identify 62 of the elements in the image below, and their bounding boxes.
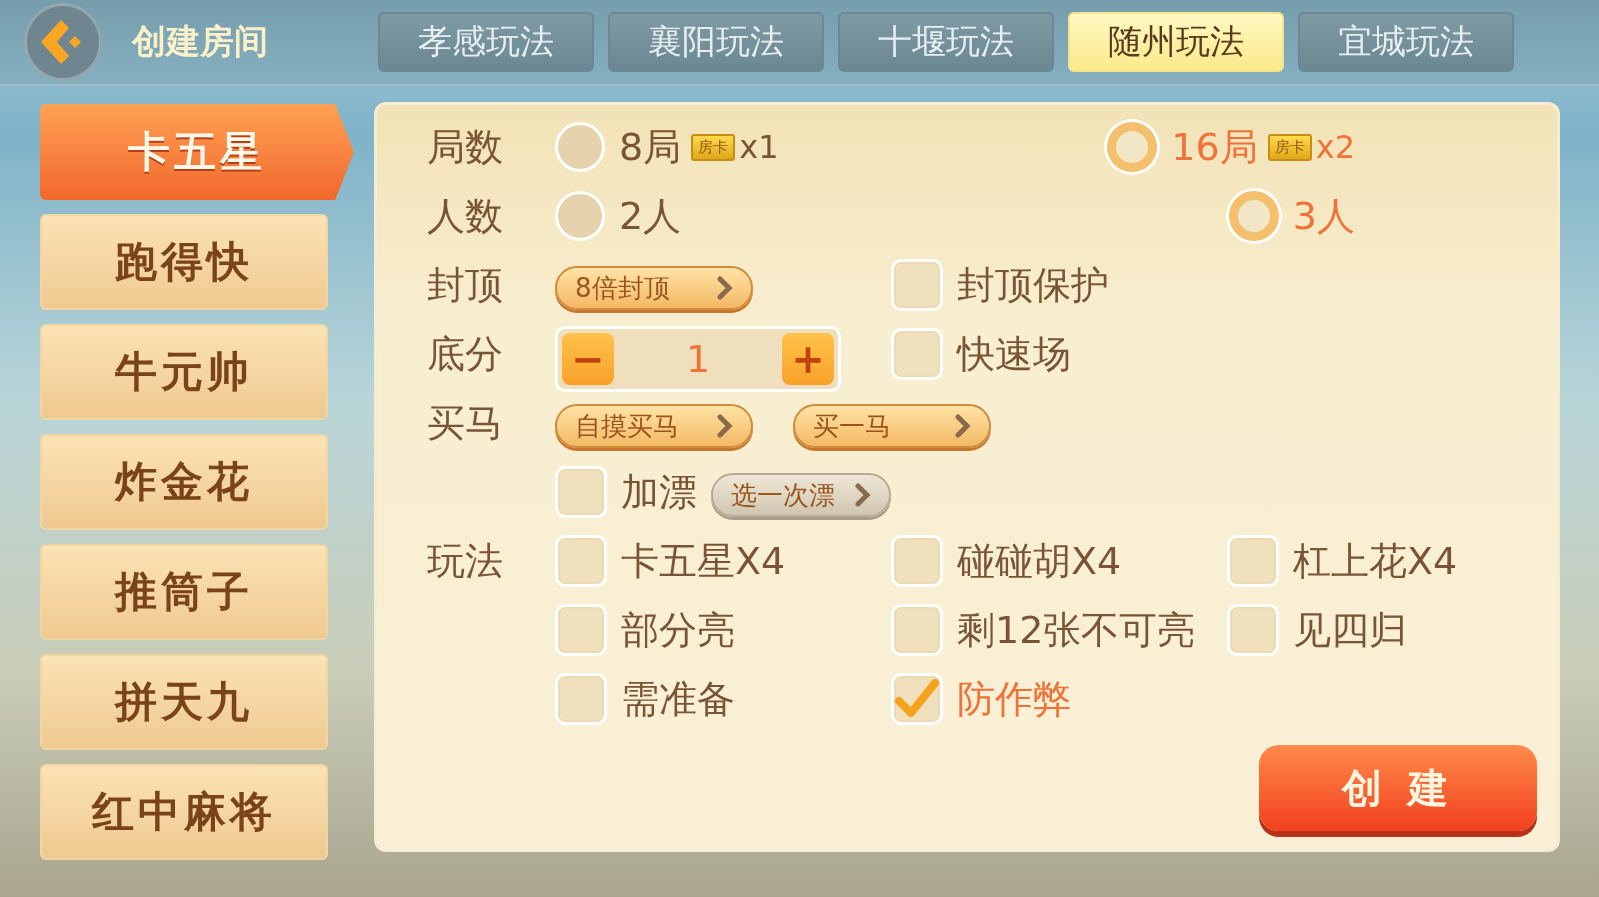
stepper-value: 1 bbox=[685, 337, 711, 381]
option-label: 部分亮 bbox=[621, 606, 735, 654]
game-menu-item[interactable]: 推筒子 bbox=[40, 544, 328, 640]
game-menu-item[interactable]: 卡五星 bbox=[40, 104, 354, 200]
room-card-badge: 房卡 bbox=[1267, 133, 1312, 161]
setting-label: 局数 bbox=[427, 124, 504, 171]
game-menu-item[interactable]: 跑得快 bbox=[40, 214, 328, 310]
mode-tab[interactable]: 宜城玩法 bbox=[1298, 12, 1514, 72]
game-menu-item[interactable]: 拼天九 bbox=[40, 654, 328, 750]
dropdown-button[interactable]: 买一马 bbox=[793, 404, 991, 448]
checkbox[interactable] bbox=[891, 673, 943, 725]
checkbox[interactable] bbox=[891, 604, 943, 656]
checkbox[interactable] bbox=[891, 328, 943, 380]
radio-button[interactable] bbox=[1228, 191, 1279, 241]
option-label: 防作弊 bbox=[957, 675, 1071, 723]
multiplier-label: x2 bbox=[1315, 128, 1355, 166]
checkbox[interactable] bbox=[891, 535, 943, 587]
checkbox[interactable] bbox=[555, 673, 607, 725]
checkbox[interactable] bbox=[1227, 535, 1279, 587]
multiplier-label: x1 bbox=[739, 128, 779, 166]
setting-label: 封顶 bbox=[427, 262, 504, 309]
option-label: 碰碰胡X4 bbox=[957, 537, 1122, 585]
mode-tab[interactable]: 十堰玩法 bbox=[838, 12, 1054, 72]
checkbox[interactable] bbox=[555, 466, 607, 518]
option-label: 卡五星X4 bbox=[621, 537, 786, 585]
chevron-right-icon bbox=[955, 414, 971, 438]
option-label: 3人 bbox=[1292, 192, 1355, 240]
option-label: 杠上花X4 bbox=[1293, 537, 1458, 585]
option-label: 2人 bbox=[619, 192, 682, 240]
checkbox[interactable] bbox=[891, 259, 943, 311]
option-label: 加漂 bbox=[621, 468, 697, 516]
chevron-right-icon bbox=[717, 276, 733, 300]
dropdown-button[interactable]: 自摸买马 bbox=[555, 404, 753, 448]
option-label: 8局 bbox=[619, 123, 682, 171]
checkbox[interactable] bbox=[1227, 604, 1279, 656]
option-label: 封顶保护 bbox=[957, 261, 1109, 309]
option-label: 见四归 bbox=[1293, 606, 1407, 654]
chevron-right-icon bbox=[717, 414, 733, 438]
option-label: 16局 bbox=[1171, 123, 1258, 171]
game-menu-item[interactable]: 牛元帅 bbox=[40, 324, 328, 420]
minus-button[interactable]: − bbox=[562, 333, 614, 385]
page-title: 创建房间 bbox=[132, 20, 269, 63]
game-menu-item[interactable]: 红中麻将 bbox=[40, 764, 328, 860]
setting-label: 买马 bbox=[427, 400, 504, 447]
mode-tab[interactable]: 孝感玩法 bbox=[378, 12, 594, 72]
mode-tab[interactable]: 襄阳玩法 bbox=[608, 12, 824, 72]
game-menu-item[interactable]: 炸金花 bbox=[40, 434, 328, 530]
option-label: 剩12张不可亮 bbox=[957, 606, 1196, 654]
checkmark-icon bbox=[895, 679, 939, 719]
mode-tab[interactable]: 随州玩法 bbox=[1068, 12, 1284, 72]
chevron-right-icon bbox=[855, 483, 871, 507]
setting-label: 人数 bbox=[427, 193, 504, 240]
plus-button[interactable]: + bbox=[782, 333, 834, 385]
dropdown-button[interactable]: 8倍封顶 bbox=[555, 266, 753, 310]
setting-label: 玩法 bbox=[427, 538, 504, 585]
option-label: 需准备 bbox=[621, 675, 735, 723]
checkbox[interactable] bbox=[555, 535, 607, 587]
room-card-badge: 房卡 bbox=[691, 133, 736, 161]
setting-label: 底分 bbox=[427, 331, 504, 378]
option-label: 快速场 bbox=[957, 330, 1071, 378]
radio-button[interactable] bbox=[1107, 122, 1158, 172]
checkbox[interactable] bbox=[555, 604, 607, 656]
